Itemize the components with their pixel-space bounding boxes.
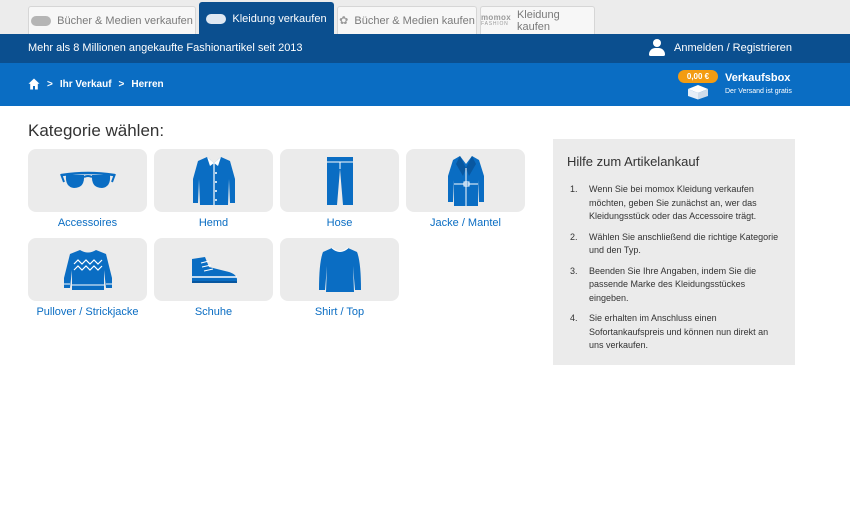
- tab-buecher-medien-kaufen[interactable]: ✿ Bücher & Medien kaufen: [337, 6, 477, 34]
- verkaufsbox-subtitle: Der Versand ist gratis: [725, 88, 792, 95]
- trousers-icon: [326, 156, 353, 205]
- verkaufsbox[interactable]: 0,00 € Verkaufsbox Der Versand ist grati…: [678, 69, 828, 101]
- category-shirt-top[interactable]: Shirt / Top: [280, 238, 399, 318]
- momox-fashion-logo-icon: momox FASHION: [481, 12, 511, 27]
- category-schuhe[interactable]: Schuhe: [154, 238, 273, 318]
- momox-logo-icon: [31, 15, 52, 26]
- tab-label: Kleidung kaufen: [516, 8, 560, 33]
- breadcrumb-separator: >: [47, 78, 53, 90]
- category-tile: [406, 149, 525, 212]
- box-icon: [688, 85, 708, 100]
- coat-icon: [447, 155, 484, 206]
- info-bar: Mehr als 8 Millionen angekaufte Fashiona…: [0, 34, 850, 63]
- longsleeve-icon: [318, 247, 361, 292]
- verkaufsbox-price-badge: 0,00 €: [678, 70, 718, 83]
- verkaufsbox-title: Verkaufsbox: [725, 72, 791, 84]
- help-step: 2. Wählen Sie anschließend die richtige K…: [570, 231, 779, 256]
- sweater-icon: [63, 249, 112, 290]
- category-tile: [28, 238, 147, 301]
- help-box: Hilfe zum Artikelankauf 1. Wenn Sie bei m…: [553, 139, 795, 365]
- tab-kleidung-kaufen[interactable]: momox FASHION Kleidung kaufen: [480, 6, 595, 34]
- category-tile: [154, 238, 273, 301]
- breadcrumb-separator: >: [118, 78, 125, 90]
- login-register-link[interactable]: Anmelden / Registrieren: [648, 39, 792, 57]
- tab-buecher-medien-verkaufen[interactable]: Bücher & Medien verkaufen: [28, 6, 196, 34]
- top-tab-strip: Bücher & Medien verkaufen Kleidung verka…: [0, 0, 850, 34]
- help-step: 3. Beenden Sie Ihre Angaben, indem Sie di…: [570, 265, 757, 303]
- category-label: Hemd: [198, 217, 229, 229]
- tab-label: Kleidung verkaufen: [232, 12, 327, 25]
- user-icon: [648, 39, 666, 57]
- sneaker-icon: [191, 256, 237, 283]
- home-icon[interactable]: [28, 78, 40, 90]
- category-hemd[interactable]: Hemd: [154, 149, 273, 229]
- help-step: 4. Sie erhalten im Anschluss einen Sofort…: [570, 313, 769, 350]
- help-step: 1. Wenn Sie bei momox Kleidung verkaufen …: [570, 184, 757, 221]
- tab-label: Bücher & Medien kaufen: [354, 14, 475, 27]
- category-label: Accessoires: [57, 217, 118, 229]
- tab-label: Bücher & Medien verkaufen: [57, 14, 193, 27]
- category-label: Schuhe: [194, 306, 233, 318]
- medimops-logo-icon: ✿: [339, 15, 349, 27]
- help-title: Hilfe zum Artikelankauf: [567, 154, 700, 169]
- breadcrumb-herren[interactable]: Herren: [131, 79, 163, 90]
- category-pullover-strickjacke[interactable]: Pullover / Strickjacke: [28, 238, 147, 318]
- breadcrumb: > Ihr Verkauf > Herren: [28, 78, 164, 90]
- category-tile: [280, 149, 399, 212]
- breadcrumb-bar: > Ihr Verkauf > Herren 0,00 € Verkaufsbo…: [0, 63, 850, 106]
- category-jacke-mantel[interactable]: Jacke / Mantel: [406, 149, 525, 229]
- help-steps: 1. Wenn Sie bei momox Kleidung verkaufen …: [567, 183, 781, 353]
- category-tile: [154, 149, 273, 212]
- momox-logo-icon: [206, 13, 227, 24]
- category-tile: [280, 238, 399, 301]
- sunglasses-icon: [59, 171, 116, 188]
- page-title: Kategorie wählen:: [28, 121, 165, 140]
- category-tile: [28, 149, 147, 212]
- tagline: Mehr als 8 Millionen angekaufte Fashiona…: [28, 42, 303, 54]
- category-accessoires[interactable]: Accessoires: [28, 149, 147, 229]
- tab-kleidung-verkaufen[interactable]: Kleidung verkaufen: [199, 2, 334, 34]
- category-label: Shirt / Top: [314, 306, 365, 318]
- breadcrumb-ihr-verkauf[interactable]: Ihr Verkauf: [60, 79, 112, 90]
- category-label: Hose: [326, 217, 353, 229]
- category-label: Jacke / Mantel: [430, 217, 501, 229]
- shirt-icon: [192, 156, 235, 205]
- category-label: Pullover / Strickjacke: [36, 306, 139, 318]
- login-register-label: Anmelden / Registrieren: [673, 42, 792, 54]
- category-hose[interactable]: Hose: [280, 149, 399, 229]
